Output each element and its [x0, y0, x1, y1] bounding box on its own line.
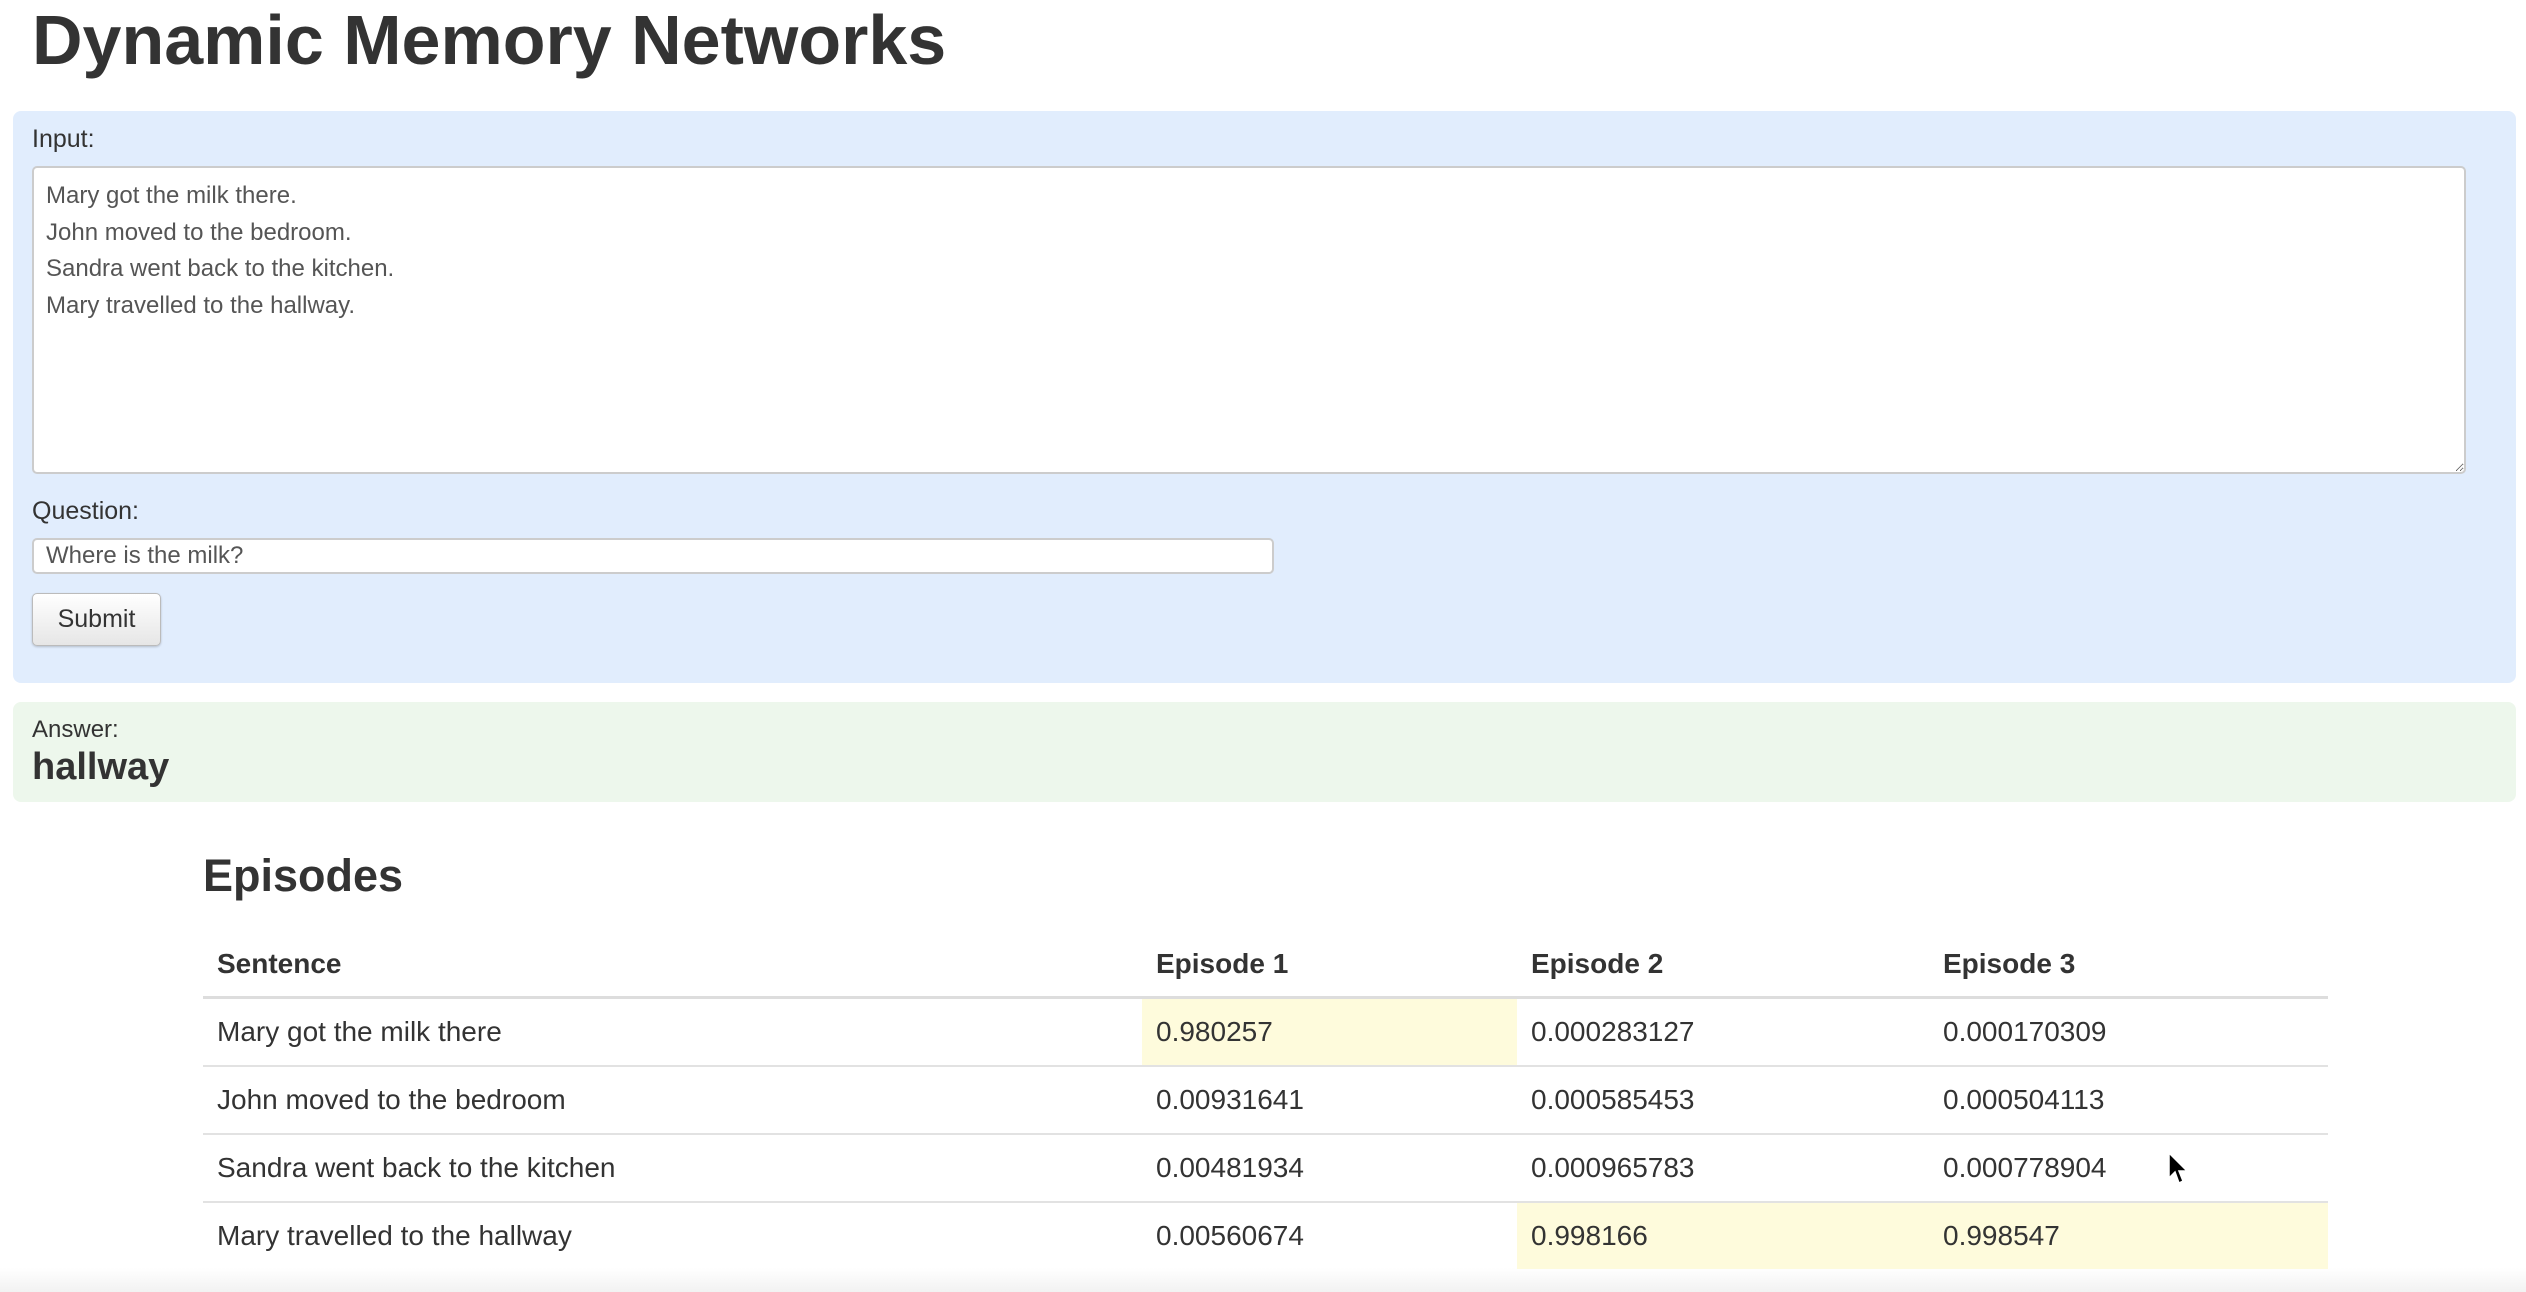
submit-button[interactable]: Submit — [32, 593, 161, 646]
header-episode-2: Episode 2 — [1517, 932, 1929, 999]
cell-sentence: Sandra went back to the kitchen — [203, 1134, 1142, 1203]
cell-episode-2: 0.000283127 — [1517, 997, 1929, 1067]
cell-episode-1: 0.00481934 — [1142, 1134, 1517, 1203]
answer-panel: Answer: hallway — [13, 702, 2516, 802]
mouse-cursor-icon — [2168, 1152, 2189, 1185]
answer-value: hallway — [32, 746, 170, 788]
cell-episode-1: 0.00931641 — [1142, 1066, 1517, 1135]
header-sentence: Sentence — [203, 932, 1142, 999]
cell-episode-2: 0.998166 — [1517, 1202, 1929, 1269]
question-form: Input: Mary got the milk there. John mov… — [13, 111, 2516, 683]
table-row: Mary travelled to the hallway 0.00560674 0… — [203, 1202, 2328, 1269]
bottom-fade — [0, 1268, 2526, 1292]
cell-episode-3: 0.000504113 — [1929, 1066, 2328, 1135]
cell-episode-3: 0.000778904 — [1929, 1134, 2328, 1203]
input-textarea[interactable]: Mary got the milk there. John moved to t… — [32, 166, 2466, 474]
episodes-table: Sentence Episode 1 Episode 2 Episode 3 M… — [203, 932, 2328, 1269]
answer-label: Answer: — [32, 716, 119, 743]
table-header-row: Sentence Episode 1 Episode 2 Episode 3 — [203, 932, 2328, 999]
header-episode-3: Episode 3 — [1929, 932, 2328, 999]
input-label: Input: — [32, 125, 95, 153]
cell-episode-3: 0.000170309 — [1929, 997, 2328, 1067]
cell-sentence: Mary got the milk there — [203, 997, 1142, 1067]
cell-sentence: Mary travelled to the hallway — [217, 1220, 572, 1251]
cell-episode-3: 0.998547 — [1929, 1202, 2328, 1269]
cell-sentence: John moved to the bedroom — [203, 1066, 1142, 1135]
cell-episode-2: 0.000585453 — [1517, 1066, 1929, 1135]
episodes-heading: Episodes — [203, 850, 404, 901]
header-episode-1: Episode 1 — [1142, 932, 1517, 999]
question-input[interactable] — [32, 538, 1274, 574]
cell-episode-1: 0.980257 — [1142, 997, 1517, 1067]
table-row: Sandra went back to the kitchen 0.0048193… — [203, 1134, 2328, 1203]
table-row: Mary got the milk there 0.980257 0.0002831… — [203, 997, 2328, 1067]
question-label: Question: — [32, 497, 140, 525]
cell-episode-1: 0.00560674 — [1156, 1220, 1304, 1251]
table-row: John moved to the bedroom 0.00931641 0.000… — [203, 1066, 2328, 1135]
page-title: Dynamic Memory Networks — [32, 1, 947, 79]
cell-episode-2: 0.000965783 — [1517, 1134, 1929, 1203]
